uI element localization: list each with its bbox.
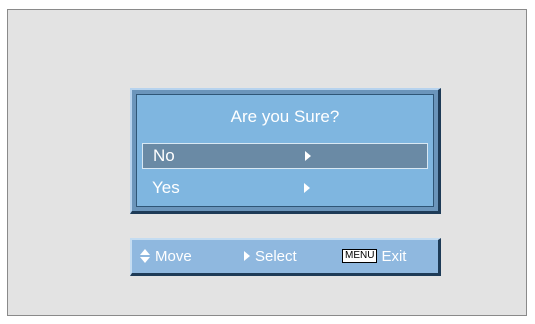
screen-background: Are you Sure? No Yes Move Select MENU Exi… [7, 9, 527, 316]
option-yes[interactable]: Yes [142, 175, 428, 201]
menu-key-icon: MENU [342, 249, 378, 264]
arrow-right-icon [305, 151, 311, 161]
confirm-dialog: Are you Sure? No Yes [130, 88, 441, 214]
option-no[interactable]: No [142, 143, 428, 169]
option-yes-label: Yes [152, 178, 180, 197]
option-no-label: No [153, 146, 175, 165]
help-select: Select [244, 240, 297, 273]
help-move-label: Move [155, 248, 192, 265]
confirm-dialog-panel: Are you Sure? No Yes [136, 94, 434, 207]
help-select-label: Select [255, 248, 297, 265]
up-down-arrows-icon [140, 249, 150, 264]
arrow-right-icon [304, 183, 310, 193]
help-exit-label: Exit [381, 248, 407, 265]
help-bar: Move Select MENU Exit [130, 238, 441, 276]
arrow-right-icon [244, 251, 250, 262]
help-move: Move [140, 240, 192, 273]
dialog-title: Are you Sure? [230, 107, 340, 126]
help-exit: MENU Exit [342, 240, 406, 273]
